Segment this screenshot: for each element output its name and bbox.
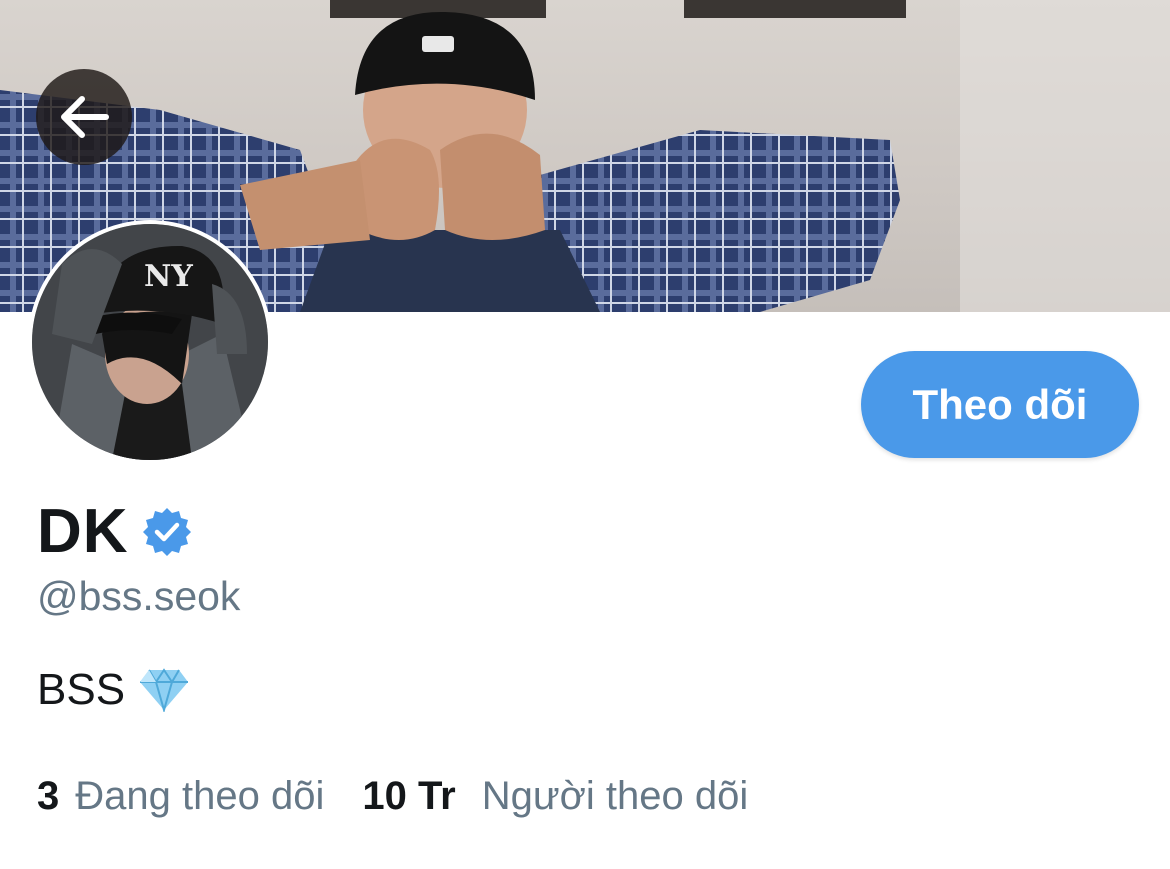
svg-text:NY: NY: [144, 259, 193, 294]
gem-icon: [140, 668, 189, 712]
arrow-left-icon: [61, 96, 109, 138]
avatar-photo: NY: [32, 224, 268, 460]
bio-text: BSS: [37, 665, 126, 714]
profile-handle: @bss.seok: [37, 573, 241, 619]
profile-bio: BSS: [37, 664, 189, 716]
following-label[interactable]: Đang theo dõi: [75, 772, 324, 820]
profile-name: DK: [37, 497, 129, 566]
followers-count[interactable]: 10 Tr: [362, 772, 455, 820]
following-count[interactable]: 3: [37, 772, 59, 820]
verified-badge-icon: [142, 508, 191, 556]
profile-name-row: DK: [37, 496, 193, 568]
follow-button[interactable]: Theo dõi: [861, 351, 1139, 458]
followers-label[interactable]: Người theo dõi: [482, 772, 748, 820]
back-button[interactable]: [36, 69, 132, 165]
profile-avatar[interactable]: NY: [28, 220, 272, 464]
profile-stats: 3 Đang theo dõi 10 Tr Người theo dõi: [37, 772, 748, 820]
